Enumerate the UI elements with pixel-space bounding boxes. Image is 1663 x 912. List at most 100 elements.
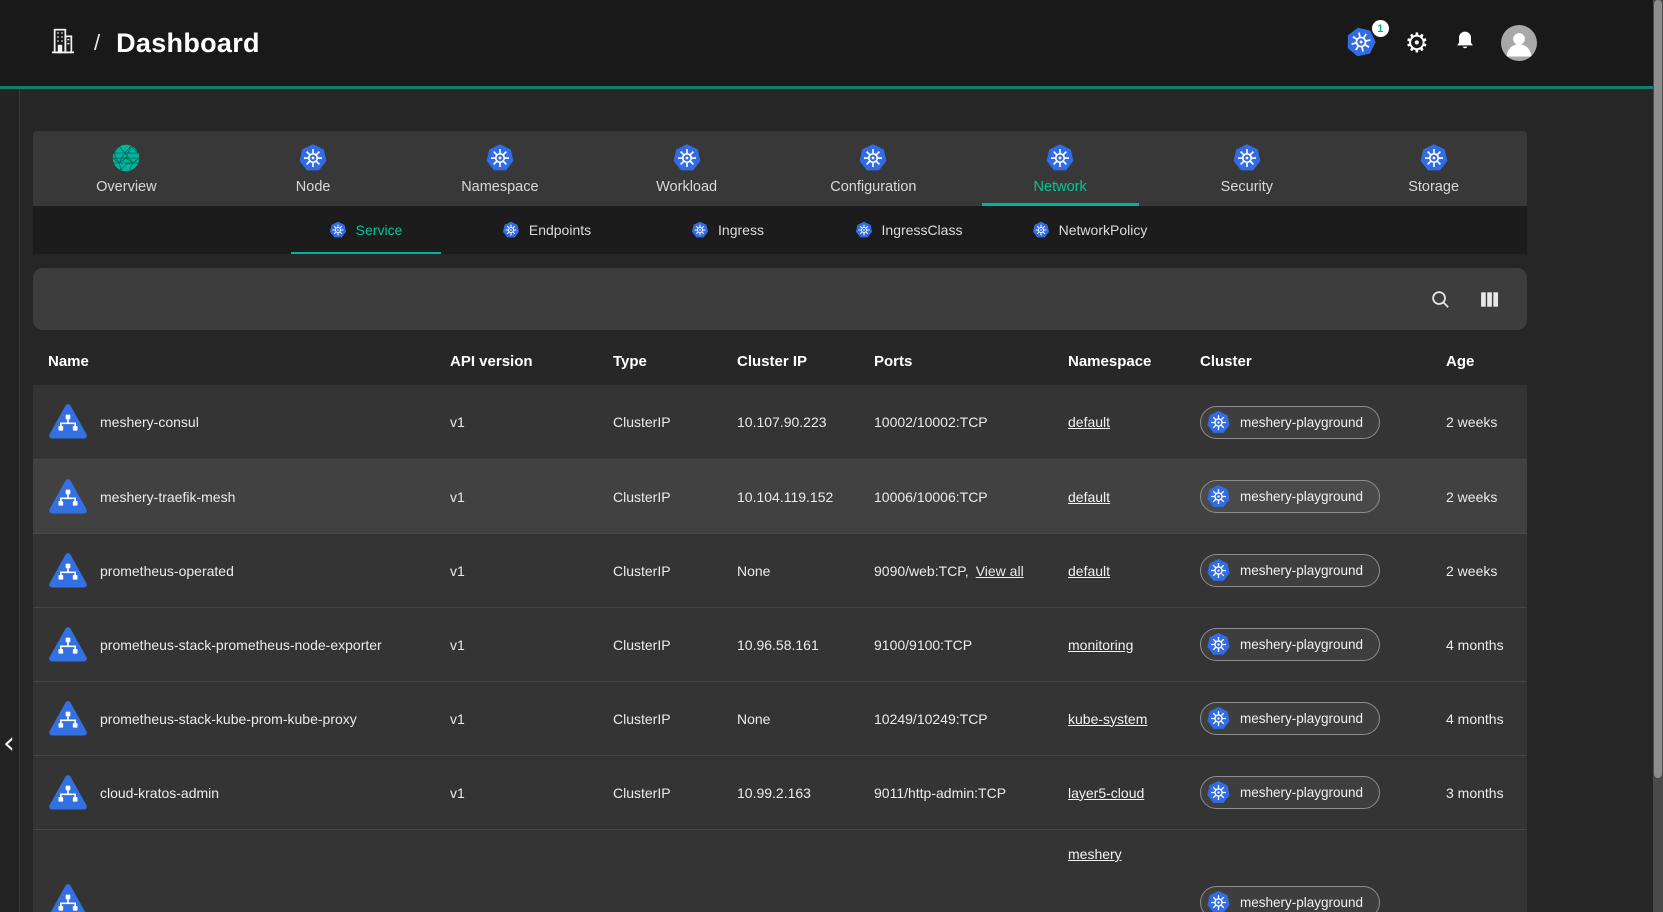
search-icon[interactable] [1429, 288, 1452, 311]
collapse-panel-chevron-icon[interactable]: ‹ [3, 726, 15, 761]
namespace-link[interactable]: monitoring [1068, 637, 1133, 653]
cluster-chip[interactable]: meshery-playground [1200, 628, 1380, 661]
service-icon [48, 882, 88, 912]
left-strip [0, 89, 20, 912]
service-name: prometheus-stack-kube-prom-kube-proxy [100, 711, 357, 727]
table-row[interactable]: meshery-traefik-mesh v1 ClusterIP 10.104… [33, 459, 1527, 533]
namespace-link[interactable]: default [1068, 563, 1110, 579]
cluster-ip: 10.99.2.163 [737, 785, 874, 801]
namespace-link[interactable]: meshery [1068, 846, 1122, 862]
cluster-chip[interactable]: meshery-playground [1200, 776, 1380, 809]
kubernetes-icon [855, 221, 873, 239]
api-version: v1 [450, 785, 613, 801]
scrollbar-thumb[interactable] [1654, 0, 1662, 778]
meshery-mesh-icon [111, 143, 141, 173]
gear-icon[interactable]: ⚙ [1405, 30, 1429, 57]
services-table: Name API version Type Cluster IP Ports N… [33, 338, 1527, 912]
table-row[interactable]: cloud-kratos-admin v1 ClusterIP 10.99.2.… [33, 755, 1527, 829]
ports-cell: 9090/web:TCP, View all [874, 563, 1068, 579]
kubernetes-icon [1419, 143, 1449, 173]
service-icon [48, 625, 88, 665]
kubernetes-icon [502, 221, 520, 239]
service-name: meshery-consul [100, 414, 199, 430]
resource-tabs-card: Overview Node Namespace [33, 131, 1527, 254]
network-subtabs: Service Endpoints Ingress [33, 206, 1527, 254]
kubernetes-icon [1045, 143, 1075, 173]
ports: 9011/http-admin:TCP [874, 785, 1068, 801]
cluster-chip[interactable]: meshery-playground [1200, 886, 1380, 912]
view-all-ports-link[interactable]: View all [976, 563, 1024, 579]
subtab-networkpolicy[interactable]: NetworkPolicy [999, 206, 1180, 254]
col-api-version[interactable]: API version [450, 353, 613, 370]
cluster-ip: None [737, 711, 874, 727]
age: 4 months [1446, 637, 1527, 653]
kubernetes-context-icon[interactable]: 1 [1345, 26, 1381, 60]
kubernetes-icon [672, 143, 702, 173]
kubernetes-icon [1206, 706, 1231, 731]
kubernetes-icon [858, 143, 888, 173]
service-name: prometheus-stack-prometheus-node-exporte… [100, 637, 382, 653]
view-columns-icon[interactable] [1478, 288, 1501, 311]
age: 2 weeks [1446, 414, 1527, 430]
service-type: ClusterIP [613, 785, 737, 801]
kubernetes-icon [485, 143, 515, 173]
api-version: v1 [450, 563, 613, 579]
table-row[interactable]: prometheus-stack-prometheus-node-exporte… [33, 607, 1527, 681]
tab-workload[interactable]: Workload [593, 131, 780, 206]
header-accent-line [0, 86, 1663, 89]
namespace-link[interactable]: layer5-cloud [1068, 785, 1144, 801]
tab-node[interactable]: Node [220, 131, 407, 206]
col-namespace[interactable]: Namespace [1068, 353, 1200, 370]
service-icon [48, 773, 88, 813]
tab-storage[interactable]: Storage [1340, 131, 1527, 206]
table-row[interactable]: meshery-consul v1 ClusterIP 10.107.90.22… [33, 385, 1527, 459]
service-icon [48, 551, 88, 591]
subtab-ingressclass[interactable]: IngressClass [818, 206, 999, 254]
kubernetes-icon [691, 221, 709, 239]
age: 3 months [1446, 785, 1527, 801]
subtab-service[interactable]: Service [275, 206, 456, 254]
namespace-link[interactable]: kube-system [1068, 711, 1147, 727]
service-type: ClusterIP [613, 489, 737, 505]
namespace-link[interactable]: default [1068, 414, 1110, 430]
cluster-chip[interactable]: meshery-playground [1200, 702, 1380, 735]
bell-icon[interactable] [1453, 28, 1477, 59]
kubernetes-icon [1206, 890, 1231, 912]
col-ports[interactable]: Ports [874, 353, 1068, 370]
namespace-link[interactable]: default [1068, 489, 1110, 505]
tab-namespace[interactable]: Namespace [407, 131, 594, 206]
organization-building-icon[interactable] [46, 25, 78, 62]
age: 2 weeks [1446, 489, 1527, 505]
cluster-chip[interactable]: meshery-playground [1200, 554, 1380, 587]
vertical-scrollbar[interactable] [1653, 0, 1663, 912]
tab-network[interactable]: Network [967, 131, 1154, 206]
cluster-ip: 10.104.119.152 [737, 489, 874, 505]
col-type[interactable]: Type [613, 353, 737, 370]
api-version: v1 [450, 489, 613, 505]
subtab-ingress[interactable]: Ingress [637, 206, 818, 254]
avatar[interactable] [1501, 25, 1537, 61]
ports: 10249/10249:TCP [874, 711, 1068, 727]
subtab-endpoints[interactable]: Endpoints [456, 206, 637, 254]
ports: 9090/web:TCP, [874, 563, 969, 579]
col-cluster-ip[interactable]: Cluster IP [737, 353, 874, 370]
tab-security[interactable]: Security [1154, 131, 1341, 206]
cluster-chip[interactable]: meshery-playground [1200, 406, 1380, 439]
col-cluster[interactable]: Cluster [1200, 353, 1446, 370]
col-name[interactable]: Name [48, 353, 450, 370]
table-row[interactable]: prometheus-stack-kube-prom-kube-proxy v1… [33, 681, 1527, 755]
col-age[interactable]: Age [1446, 353, 1527, 370]
kubernetes-icon [1206, 632, 1231, 657]
kubernetes-icon [329, 221, 347, 239]
service-name: prometheus-operated [100, 563, 234, 579]
cluster-ip: 10.107.90.223 [737, 414, 874, 430]
tab-configuration[interactable]: Configuration [780, 131, 967, 206]
cluster-chip[interactable]: meshery-playground [1200, 480, 1380, 513]
tab-overview[interactable]: Overview [33, 131, 220, 206]
service-type: ClusterIP [613, 637, 737, 653]
table-row-partial[interactable]: meshery meshery-playground [33, 829, 1527, 912]
age: 2 weeks [1446, 563, 1527, 579]
cluster-ip: 10.96.58.161 [737, 637, 874, 653]
service-type: ClusterIP [613, 414, 737, 430]
table-row[interactable]: prometheus-operated v1 ClusterIP None 90… [33, 533, 1527, 607]
